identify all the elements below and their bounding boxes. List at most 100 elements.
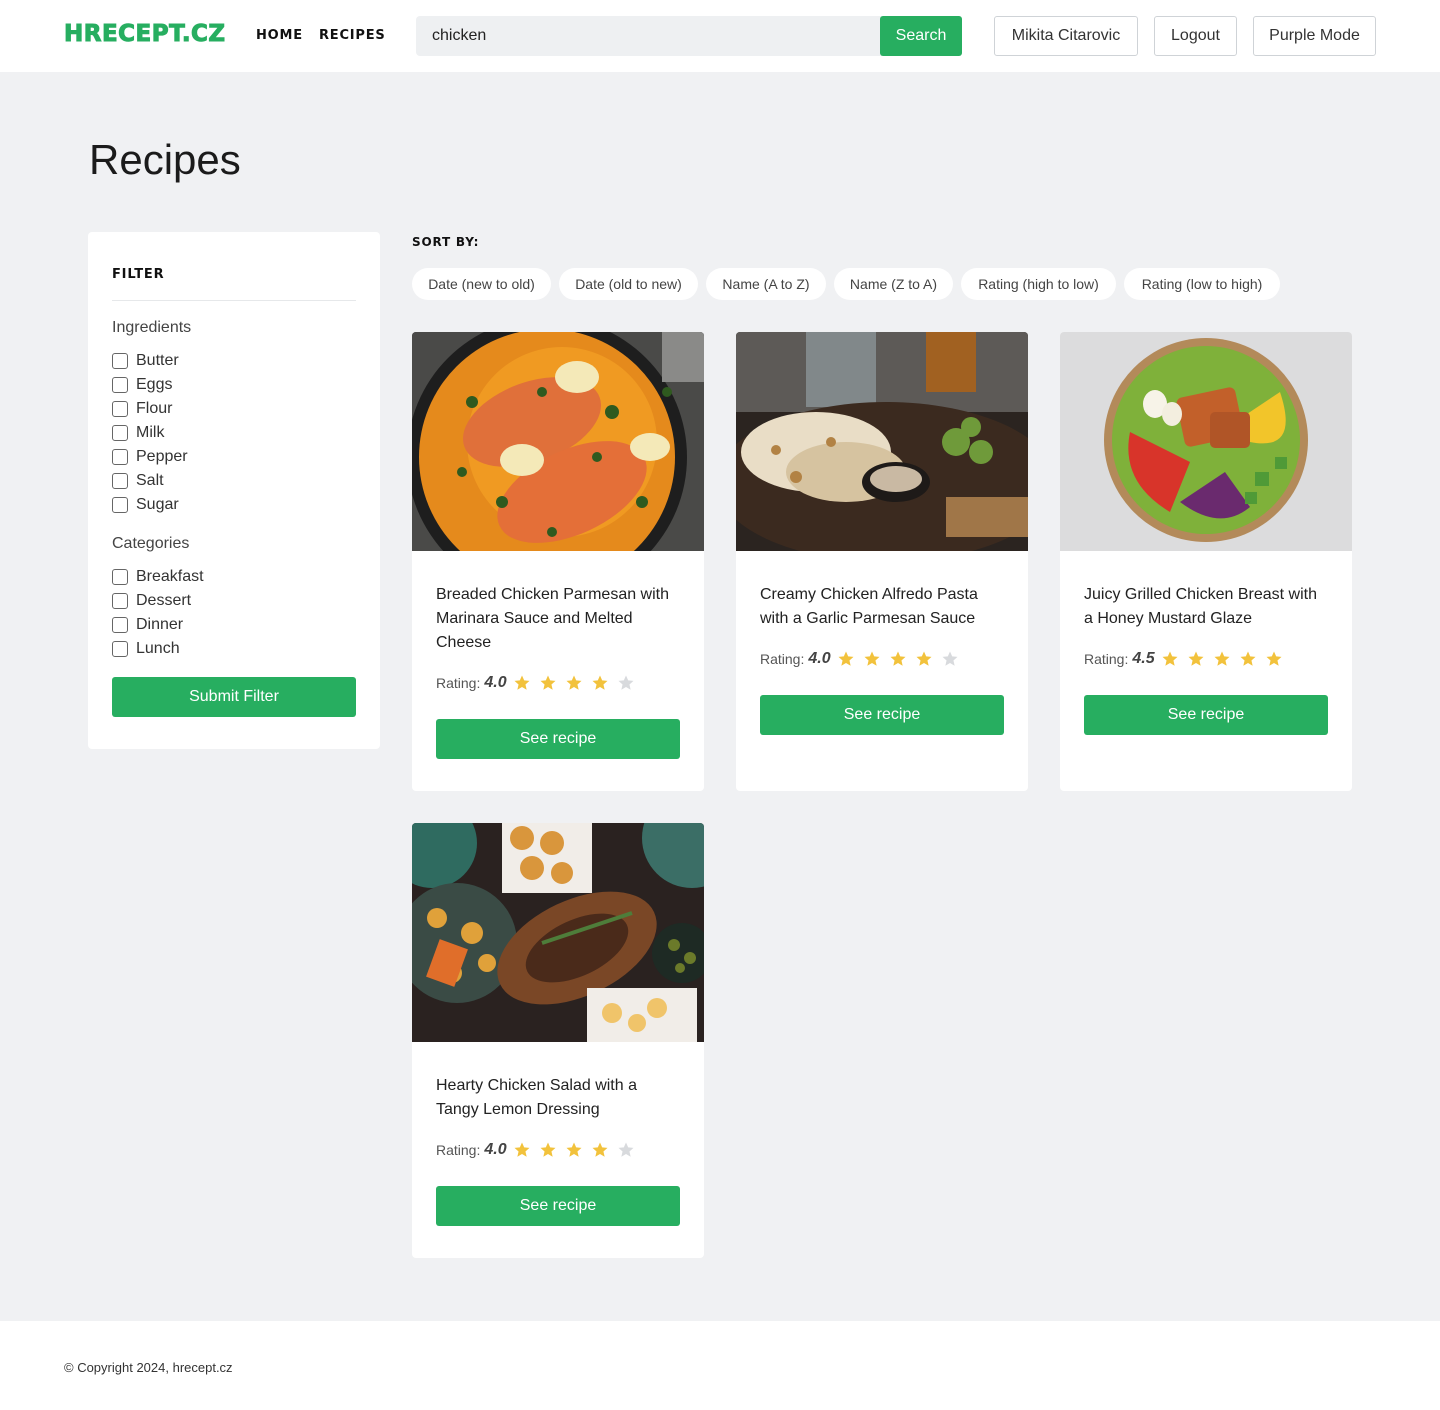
- checkbox-label: Sugar: [136, 496, 179, 513]
- checkbox[interactable]: [112, 425, 128, 441]
- ingredient-option-sugar[interactable]: Sugar: [112, 493, 179, 517]
- star-empty-icon: [618, 675, 634, 690]
- main-nav: HOME RECIPES: [256, 28, 386, 43]
- checkbox-label: Dessert: [136, 592, 192, 609]
- submit-filter-button[interactable]: Submit Filter: [112, 677, 356, 717]
- checkbox-label: Dinner: [136, 616, 184, 633]
- see-recipe-button[interactable]: See recipe: [436, 719, 680, 759]
- ingredient-option-flour[interactable]: Flour: [112, 397, 172, 421]
- recipe-rating: Rating: 4.0: [436, 671, 643, 695]
- star-filled-icon: [592, 675, 608, 690]
- rating-label: Rating:: [760, 651, 805, 667]
- logout-button[interactable]: Logout: [1154, 16, 1237, 56]
- checkbox[interactable]: [112, 449, 128, 465]
- filter-panel: FILTER Ingredients Butter Eggs Flour Mil…: [88, 232, 380, 749]
- star-filled-icon: [566, 1142, 582, 1157]
- see-recipe-button[interactable]: See recipe: [436, 1186, 680, 1226]
- star-filled-icon: [514, 1142, 530, 1157]
- categories-label: Categories: [112, 535, 190, 552]
- nav-home-link[interactable]: HOME: [256, 28, 303, 43]
- checkbox[interactable]: [112, 377, 128, 393]
- see-recipe-button[interactable]: See recipe: [760, 695, 1004, 735]
- ingredient-option-eggs[interactable]: Eggs: [112, 373, 172, 397]
- star-filled-icon: [1162, 651, 1178, 666]
- recipe-card: Hearty Chicken Salad with a Tangy Lemon …: [412, 823, 704, 1258]
- recipe-image[interactable]: [1060, 332, 1352, 551]
- checkbox[interactable]: [112, 497, 128, 513]
- sort-date-old-to-new[interactable]: Date (old to new): [559, 268, 698, 300]
- checkbox-label: Flour: [136, 400, 173, 417]
- checkbox-label: Butter: [136, 352, 179, 369]
- checkbox-label: Breakfast: [136, 568, 204, 585]
- search-button[interactable]: Search: [880, 16, 962, 56]
- recipe-card: Creamy Chicken Alfredo Pasta with a Garl…: [736, 332, 1028, 791]
- top-header: HRECEPT.CZ HOME RECIPES Search Mikita Ci…: [0, 0, 1440, 72]
- rating-label: Rating:: [1084, 651, 1129, 667]
- ingredient-option-milk[interactable]: Milk: [112, 421, 164, 445]
- checkbox[interactable]: [112, 353, 128, 369]
- search-input[interactable]: [416, 16, 882, 56]
- copyright-text: © Copyright 2024, hrecept.cz: [64, 1360, 233, 1375]
- checkbox[interactable]: [112, 569, 128, 585]
- category-option-dessert[interactable]: Dessert: [112, 589, 191, 613]
- sort-label: SORT BY:: [412, 235, 480, 249]
- recipe-image[interactable]: [736, 332, 1028, 551]
- checkbox[interactable]: [112, 593, 128, 609]
- sort-rating-high-to-low[interactable]: Rating (high to low): [961, 268, 1116, 300]
- sort-name-z-to-a[interactable]: Name (Z to A): [834, 268, 953, 300]
- sort-rating-low-to-high[interactable]: Rating (low to high): [1124, 268, 1280, 300]
- category-option-dinner[interactable]: Dinner: [112, 613, 183, 637]
- recipe-title: Juicy Grilled Chicken Breast with a Hone…: [1084, 586, 1317, 627]
- checkbox[interactable]: [112, 617, 128, 633]
- star-filled-icon: [540, 675, 556, 690]
- user-profile-button[interactable]: Mikita Citarovic: [994, 16, 1138, 56]
- star-filled-icon: [1188, 651, 1204, 666]
- filter-title: FILTER: [112, 267, 165, 282]
- search-bar: Search: [416, 16, 962, 56]
- checkbox-label: Pepper: [136, 448, 188, 465]
- recipe-card: Juicy Grilled Chicken Breast with a Hone…: [1060, 332, 1352, 791]
- checkbox[interactable]: [112, 473, 128, 489]
- checkbox-label: Eggs: [136, 376, 173, 393]
- rating-value: 4.0: [484, 674, 507, 691]
- star-empty-icon: [618, 1142, 634, 1157]
- star-filled-icon: [864, 651, 880, 666]
- rating-value: 4.5: [1132, 650, 1155, 667]
- nav-recipes-link[interactable]: RECIPES: [319, 28, 386, 43]
- star-filled-icon: [1266, 651, 1282, 666]
- ingredient-option-butter[interactable]: Butter: [112, 349, 179, 373]
- checkbox[interactable]: [112, 641, 128, 657]
- recipe-title: Hearty Chicken Salad with a Tangy Lemon …: [436, 1077, 637, 1118]
- recipe-title: Creamy Chicken Alfredo Pasta with a Garl…: [760, 586, 978, 627]
- ingredient-option-salt[interactable]: Salt: [112, 469, 164, 493]
- ingredients-label: Ingredients: [112, 319, 192, 336]
- sort-name-a-to-z[interactable]: Name (A to Z): [706, 268, 826, 300]
- star-filled-icon: [514, 675, 530, 690]
- category-option-breakfast[interactable]: Breakfast: [112, 565, 204, 589]
- rating-value: 4.0: [808, 650, 831, 667]
- rating-value: 4.0: [484, 1141, 507, 1158]
- recipe-rating: Rating: 4.0: [436, 1138, 643, 1162]
- footer: © Copyright 2024, hrecept.cz: [0, 1321, 1440, 1410]
- checkbox-label: Milk: [136, 424, 165, 441]
- filter-divider: [112, 300, 356, 301]
- recipe-rating: Rating: 4.0: [760, 647, 967, 671]
- star-empty-icon: [942, 651, 958, 666]
- purple-mode-button[interactable]: Purple Mode: [1253, 16, 1376, 56]
- see-recipe-button[interactable]: See recipe: [1084, 695, 1328, 735]
- checkbox[interactable]: [112, 401, 128, 417]
- sort-date-new-to-old[interactable]: Date (new to old): [412, 268, 551, 300]
- recipe-rating: Rating: 4.5: [1084, 647, 1291, 671]
- recipe-image[interactable]: [412, 823, 704, 1042]
- ingredient-option-pepper[interactable]: Pepper: [112, 445, 188, 469]
- checkbox-label: Lunch: [136, 640, 180, 657]
- recipe-image[interactable]: [412, 332, 704, 551]
- checkbox-label: Salt: [136, 472, 164, 489]
- star-filled-icon: [890, 651, 906, 666]
- star-filled-icon: [540, 1142, 556, 1157]
- page-title: Recipes: [89, 136, 241, 183]
- site-logo[interactable]: HRECEPT.CZ: [64, 21, 226, 48]
- star-filled-icon: [1240, 651, 1256, 666]
- category-option-lunch[interactable]: Lunch: [112, 637, 180, 661]
- rating-label: Rating:: [436, 1142, 481, 1158]
